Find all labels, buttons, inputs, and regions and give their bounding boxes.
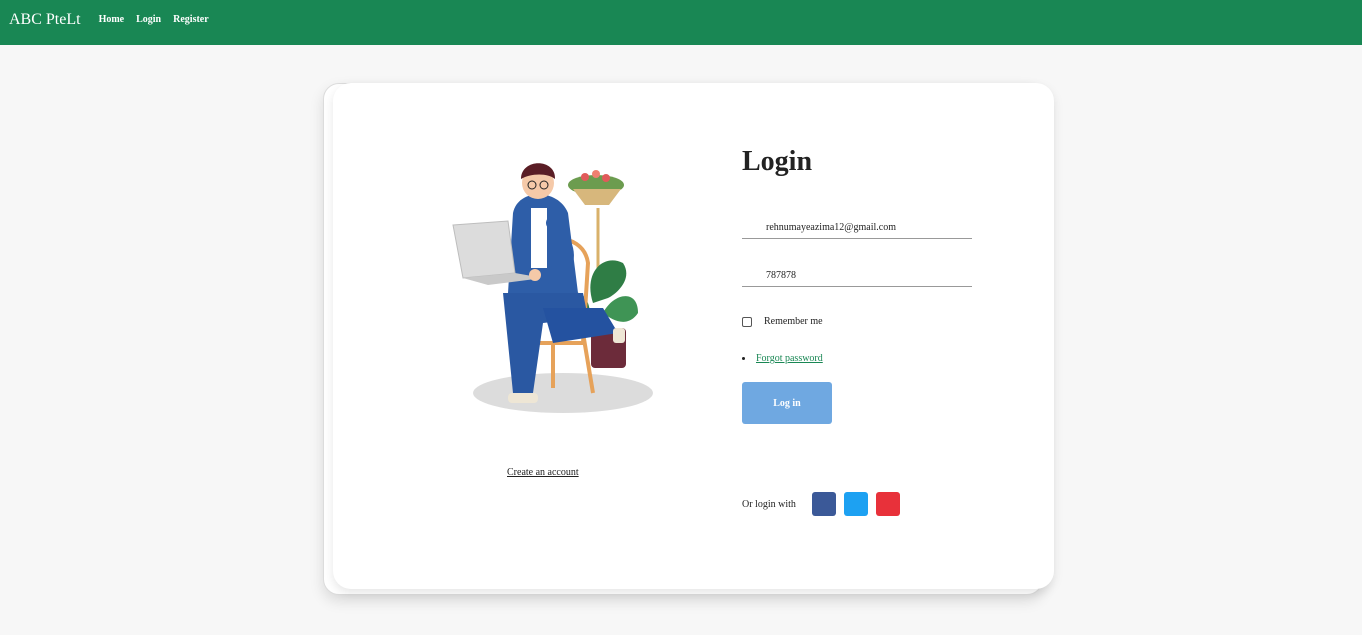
top-navbar: ABC PteLt Home Login Register bbox=[0, 0, 1362, 45]
remember-me-row: Remember me bbox=[742, 316, 823, 327]
login-card: Create an account Login Remember me Forg… bbox=[333, 83, 1054, 589]
login-card-container: Create an account Login Remember me Forg… bbox=[323, 83, 1054, 595]
forgot-password-link[interactable]: Forgot password bbox=[756, 353, 823, 364]
brand-logo[interactable]: ABC PteLt bbox=[9, 11, 81, 28]
remember-me-label: Remember me bbox=[764, 316, 823, 327]
email-input[interactable] bbox=[742, 217, 972, 239]
nav-home-link[interactable]: Home bbox=[99, 14, 125, 25]
password-input[interactable] bbox=[742, 265, 972, 287]
person-with-laptop-illustration bbox=[433, 143, 673, 433]
social-login-label: Or login with bbox=[742, 498, 796, 510]
forgot-password-row: Forgot password bbox=[742, 353, 823, 364]
twitter-icon[interactable] bbox=[843, 492, 868, 516]
google-icon[interactable] bbox=[875, 492, 900, 516]
create-account-link[interactable]: Create an account bbox=[507, 467, 579, 478]
nav-login-link[interactable]: Login bbox=[136, 14, 161, 25]
list-bullet-icon bbox=[742, 357, 745, 360]
login-title: Login bbox=[742, 146, 813, 177]
social-login-row: Or login with bbox=[742, 492, 908, 516]
nav-register-link[interactable]: Register bbox=[173, 14, 209, 25]
login-button[interactable]: Log in bbox=[742, 382, 832, 424]
remember-me-checkbox[interactable] bbox=[742, 316, 752, 327]
facebook-icon[interactable] bbox=[811, 492, 836, 516]
